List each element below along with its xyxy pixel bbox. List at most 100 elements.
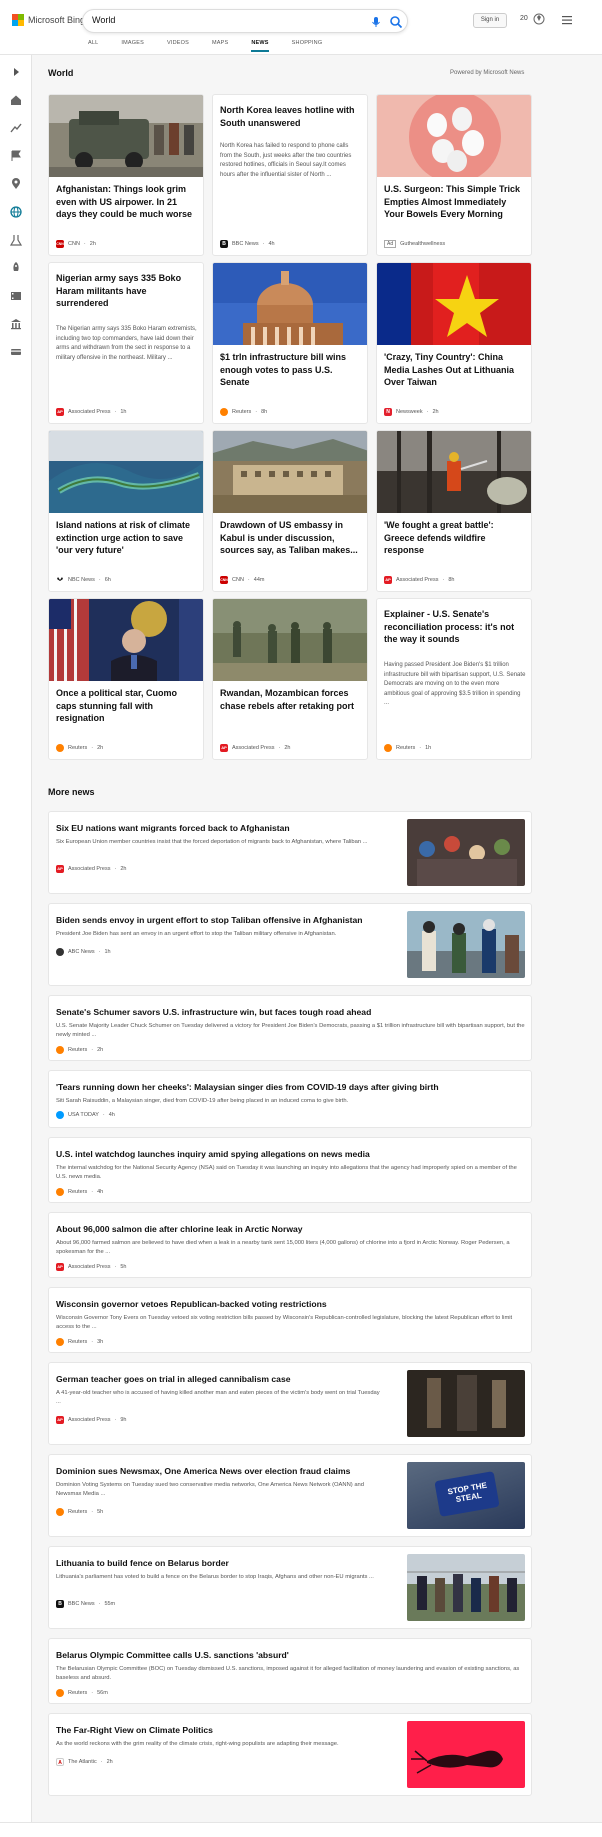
news-card[interactable]: Island nations at risk of climate extinc… (48, 430, 204, 592)
item-thumbnail: STOP THE STEAL (407, 1462, 525, 1529)
card-icon[interactable] (9, 345, 23, 359)
tab-all[interactable]: ALL (88, 40, 98, 52)
list-item[interactable]: Senate's Schumer savors U.S. infrastruct… (48, 995, 532, 1061)
reuters-logo-icon (56, 1188, 64, 1196)
card-headline[interactable]: Nigerian army says 335 Boko Haram milita… (56, 272, 198, 310)
item-headline[interactable]: Senate's Schumer savors U.S. infrastruct… (56, 1006, 371, 1018)
rocket-icon[interactable] (9, 261, 23, 275)
item-headline[interactable]: About 96,000 salmon die after chlorine l… (56, 1223, 303, 1235)
source-name: The Atlantic (68, 1759, 97, 1765)
globe-icon[interactable] (9, 205, 23, 219)
home-icon[interactable] (9, 93, 23, 107)
hamburger-menu-icon[interactable] (560, 13, 574, 27)
card-headline[interactable]: Drawdown of US embassy in Kabul is under… (220, 519, 362, 557)
card-headline[interactable]: North Korea leaves hotline with South un… (220, 104, 362, 129)
item-source: Reuters · 5h (56, 1508, 103, 1516)
tab-news[interactable]: NEWS (251, 40, 269, 52)
item-headline[interactable]: German teacher goes on trial in alleged … (56, 1373, 291, 1385)
list-item[interactable]: Dominion sues Newsmax, One America News … (48, 1454, 532, 1537)
source-time: 4h (268, 241, 275, 247)
card-headline[interactable]: $1 trln infrastructure bill wins enough … (220, 351, 362, 389)
reuters-logo-icon (56, 1338, 64, 1346)
list-item[interactable]: The Far-Right View on Climate Politics A… (48, 1713, 532, 1796)
list-item[interactable]: Lithuania to build fence on Belarus bord… (48, 1546, 532, 1629)
news-card[interactable]: 'We fought a great battle': Greece defen… (376, 430, 532, 592)
card-headline[interactable]: Island nations at risk of climate extinc… (56, 519, 198, 557)
item-thumbnail (407, 1721, 525, 1788)
source-name: Reuters (68, 1189, 88, 1195)
news-card[interactable]: 'Crazy, Tiny Country': China Media Lashe… (376, 262, 532, 424)
item-headline[interactable]: The Far-Right View on Climate Politics (56, 1724, 213, 1736)
news-card[interactable]: $1 trln infrastructure bill wins enough … (212, 262, 368, 424)
location-pin-icon[interactable] (9, 177, 23, 191)
item-headline[interactable]: Belarus Olympic Committee calls U.S. san… (56, 1649, 289, 1661)
source-time: 5h (120, 1264, 127, 1270)
tab-maps[interactable]: MAPS (212, 40, 228, 52)
tab-shopping[interactable]: SHOPPING (292, 40, 323, 52)
card-headline[interactable]: Afghanistan: Things look grim even with … (56, 183, 198, 221)
source-name: CNN (232, 577, 244, 583)
card-headline[interactable]: 'Crazy, Tiny Country': China Media Lashe… (384, 351, 526, 389)
card-snippet: North Korea has failed to respond to pho… (220, 143, 352, 178)
card-source: NBC News · 6h (56, 576, 111, 584)
card-source: Ad Guthealthwellness (384, 240, 445, 248)
item-snippet: Wisconsin Governor Tony Evers on Tuesday… (56, 1315, 513, 1330)
list-item[interactable]: U.S. intel watchdog launches inquiry ami… (48, 1137, 532, 1203)
list-item[interactable]: Wisconsin governor vetoes Republican-bac… (48, 1287, 532, 1353)
card-image (213, 431, 367, 513)
microsoft-logo-icon (12, 14, 24, 26)
flag-icon[interactable] (9, 149, 23, 163)
list-item[interactable]: Biden sends envoy in urgent effort to st… (48, 903, 532, 986)
list-item[interactable]: 'Tears running down her cheeks': Malaysi… (48, 1070, 532, 1128)
sign-in-button[interactable]: Sign in (473, 13, 507, 28)
source-time: 2h (97, 1047, 104, 1053)
rewards-count[interactable]: 20 (520, 15, 528, 22)
news-card[interactable]: North Korea leaves hotline with South un… (212, 94, 368, 256)
news-card-ad[interactable]: U.S. Surgeon: This Simple Trick Empties … (376, 94, 532, 256)
news-card[interactable]: Once a political star, Cuomo caps stunni… (48, 598, 204, 760)
science-icon[interactable] (9, 233, 23, 247)
search-icon[interactable] (389, 15, 403, 29)
list-item[interactable]: Belarus Olympic Committee calls U.S. san… (48, 1638, 532, 1704)
government-icon[interactable] (9, 317, 23, 331)
list-item[interactable]: About 96,000 salmon die after chlorine l… (48, 1212, 532, 1278)
item-headline[interactable]: Dominion sues Newsmax, One America News … (56, 1465, 350, 1477)
rewards-medal-icon[interactable] (532, 11, 546, 25)
bbc-logo-icon: B (56, 1600, 64, 1608)
source-time: 1h (120, 409, 127, 415)
item-headline[interactable]: 'Tears running down her cheeks': Malaysi… (56, 1081, 439, 1093)
card-headline[interactable]: Rwandan, Mozambican forces chase rebels … (220, 687, 362, 712)
film-icon[interactable] (9, 289, 23, 303)
item-thumbnail (407, 1554, 525, 1621)
bing-logo[interactable]: Microsoft Bing (12, 14, 85, 26)
item-headline[interactable]: Lithuania to build fence on Belarus bord… (56, 1557, 229, 1569)
item-headline[interactable]: Six EU nations want migrants forced back… (56, 822, 290, 834)
expand-arrow-icon[interactable] (9, 65, 23, 79)
card-headline[interactable]: Explainer - U.S. Senate's reconciliation… (384, 608, 526, 646)
card-headline[interactable]: 'We fought a great battle': Greece defen… (384, 519, 526, 557)
source-time: 6h (104, 577, 111, 583)
item-headline[interactable]: Wisconsin governor vetoes Republican-bac… (56, 1298, 327, 1310)
item-headline[interactable]: Biden sends envoy in urgent effort to st… (56, 914, 363, 926)
card-headline[interactable]: U.S. Surgeon: This Simple Trick Empties … (384, 183, 526, 221)
section-title: World (48, 68, 74, 78)
microphone-icon[interactable] (369, 15, 383, 29)
tab-videos[interactable]: VIDEOS (167, 40, 189, 52)
list-item[interactable]: Six EU nations want migrants forced back… (48, 811, 532, 894)
powered-by-label[interactable]: Powered by Microsoft News (450, 70, 524, 76)
source-time: 2h (432, 409, 439, 415)
news-card[interactable]: Nigerian army says 335 Boko Haram milita… (48, 262, 204, 424)
news-card[interactable]: Afghanistan: Things look grim even with … (48, 94, 204, 256)
card-headline[interactable]: Once a political star, Cuomo caps stunni… (56, 687, 198, 725)
search-input[interactable] (92, 15, 342, 25)
source-name: Associated Press (68, 409, 111, 415)
news-card[interactable]: Explainer - U.S. Senate's reconciliation… (376, 598, 532, 760)
item-headline[interactable]: U.S. intel watchdog launches inquiry ami… (56, 1148, 370, 1160)
card-source: AP Associated Press · 1h (56, 408, 127, 416)
news-card[interactable]: Drawdown of US embassy in Kabul is under… (212, 430, 368, 592)
news-card[interactable]: Rwandan, Mozambican forces chase rebels … (212, 598, 368, 760)
list-item[interactable]: German teacher goes on trial in alleged … (48, 1362, 532, 1445)
trending-icon[interactable] (9, 121, 23, 135)
tab-images[interactable]: IMAGES (121, 40, 144, 52)
item-snippet: U.S. Senate Majority Leader Chuck Schume… (56, 1023, 525, 1038)
